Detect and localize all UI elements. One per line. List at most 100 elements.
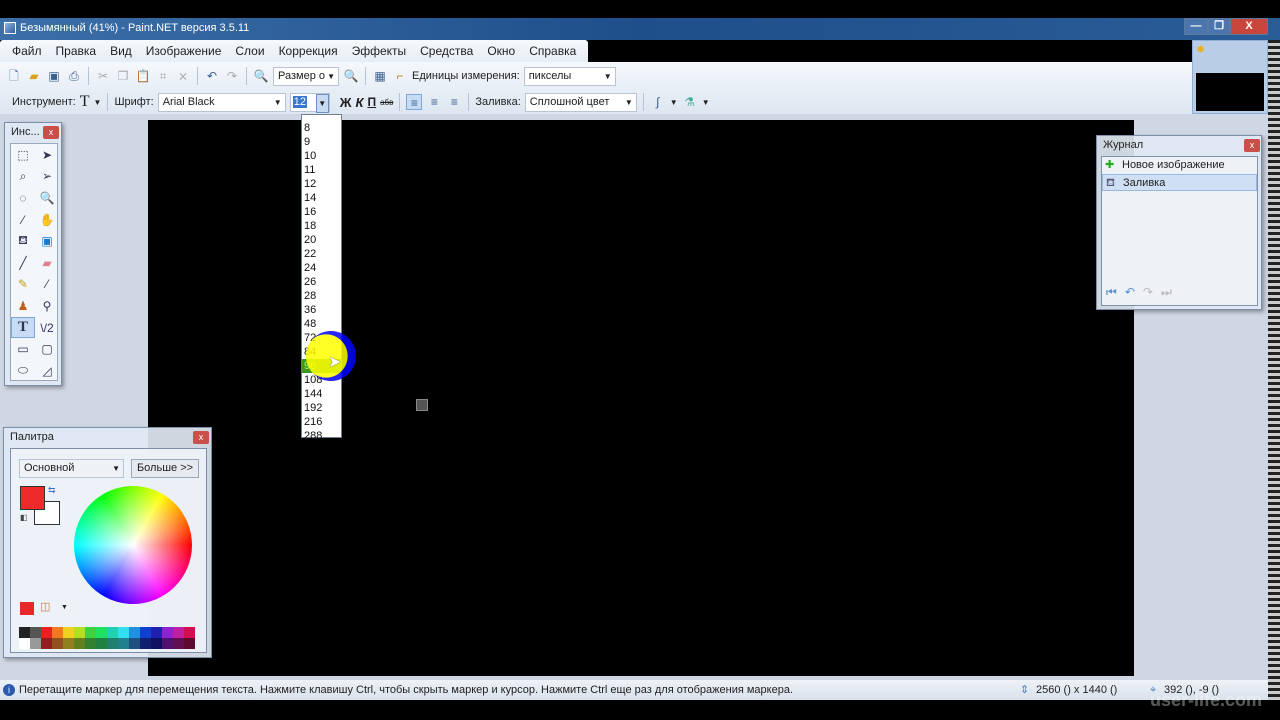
font-size-option[interactable]: 144 [302,387,341,401]
color-swatch[interactable] [151,638,162,649]
align-left-icon[interactable]: ≡ [406,94,423,110]
underline-button[interactable]: П [367,95,376,109]
color-swatch[interactable] [162,638,173,649]
rectangle-icon[interactable]: ▭ [11,338,35,360]
font-size-option[interactable]: 108 [302,373,341,387]
minimize-button[interactable]: — [1184,18,1208,35]
ellipse-icon[interactable]: ⬭ [11,360,35,382]
history-item[interactable]: ✚ Новое изображение [1102,157,1257,174]
color-swatch[interactable] [184,627,195,638]
color-swatch[interactable] [118,638,129,649]
redo-icon[interactable]: ↷ [224,68,240,84]
lasso-select-icon[interactable]: ⌕ [11,166,35,188]
font-size-option[interactable]: 14 [302,191,341,205]
font-size-option[interactable]: 26 [302,275,341,289]
add-color-icon[interactable] [20,602,34,615]
bold-button[interactable]: Ж [340,95,352,110]
cut-icon[interactable]: ✂ [95,68,111,84]
color-swatch[interactable] [129,627,140,638]
color-swatch[interactable] [140,638,151,649]
color-swatch[interactable] [173,627,184,638]
font-size-option[interactable]: 48 [302,317,341,331]
font-size-option[interactable]: 22 [302,247,341,261]
rounded-rectangle-icon[interactable]: ▢ [35,338,59,360]
gradient-icon[interactable]: ▣ [35,230,59,252]
fill-combo[interactable]: Сплошной цвет ▼ [524,92,637,112]
save-icon[interactable]: ▣ [46,68,62,84]
font-size-option[interactable]: 18 [302,219,341,233]
color-swatch[interactable] [162,627,173,638]
chevron-down-icon[interactable]: ▼ [702,98,710,107]
menu-item[interactable]: Средства [413,40,480,62]
freeform-shape-icon[interactable]: ◿ [35,360,59,382]
undo-icon[interactable]: ↶ [204,68,220,84]
menu-item[interactable]: Изображение [139,40,229,62]
more-button[interactable]: Больше >> [131,459,199,478]
units-combo[interactable]: пикселы ▼ [523,66,616,86]
reset-colors-icon[interactable]: ◧ [20,513,28,522]
menu-item[interactable]: Вид [103,40,139,62]
primary-color-swatch[interactable] [20,486,45,510]
swap-colors-icon[interactable]: ⇆ [48,485,56,496]
font-size-option[interactable]: 288 [302,429,341,443]
color-swatch[interactable] [30,638,41,649]
color-swatch[interactable] [96,627,107,638]
zoom-out-icon[interactable]: 🔍 [253,68,269,84]
clone-stamp-icon[interactable]: ♟ [11,295,35,317]
crop-icon[interactable]: ⌗ [155,68,171,84]
close-icon[interactable]: x [1244,139,1260,152]
paintbrush-icon[interactable]: ╱ [11,252,35,274]
pencil-icon[interactable]: ✎ [11,274,35,296]
color-swatch[interactable] [140,627,151,638]
chevron-down-icon[interactable]: ▼ [670,98,678,107]
strikethrough-button[interactable]: абв [380,98,393,107]
magic-wand-icon[interactable]: ⁄ [11,209,35,231]
font-size-option[interactable]: 216 [302,415,341,429]
font-size-option[interactable]: 28 [302,289,341,303]
print-icon[interactable]: ⎙ [66,68,82,84]
color-swatch[interactable] [74,627,85,638]
font-combo[interactable]: Arial Black ▼ [157,92,286,112]
color-swatch[interactable] [85,627,96,638]
zoom-in-icon[interactable]: 🔍 [343,68,359,84]
align-right-icon[interactable]: ≡ [446,94,462,110]
text-icon[interactable]: T [11,316,35,339]
text-move-handle[interactable] [416,399,428,411]
menu-item[interactable]: Справка [522,40,583,62]
image-thumbnail-tab[interactable]: ✸ [1192,40,1268,114]
ellipse-select-icon[interactable]: ◌ [11,187,35,209]
font-size-option[interactable]: 12 [302,177,341,191]
menu-item[interactable]: Файл [5,40,49,62]
font-size-combo[interactable]: 12 ▼ [289,92,330,113]
color-swatch[interactable] [85,638,96,649]
zoom-icon[interactable]: 🔍 [35,187,59,209]
align-center-icon[interactable]: ≡ [426,94,442,110]
grid-icon[interactable]: ▦ [372,68,388,84]
ruler-icon[interactable]: ⌐ [392,68,408,84]
menu-item[interactable]: Правка [49,40,104,62]
color-picker-icon[interactable]: ⁄ [35,274,59,296]
redo-icon[interactable]: ↷ [1143,285,1153,300]
side-scrollbar[interactable] [1268,40,1280,700]
color-wheel[interactable] [74,486,192,604]
pan-icon[interactable]: ✋ [35,209,59,231]
color-swatch[interactable] [129,638,140,649]
color-swatch[interactable] [107,638,118,649]
paint-bucket-icon[interactable]: ⛾ [11,230,35,252]
color-swatch[interactable] [19,627,30,638]
font-size-option[interactable]: 9 [302,135,341,149]
color-swatch[interactable] [63,627,74,638]
color-swatch[interactable] [107,627,118,638]
menu-item[interactable]: Эффекты [345,40,414,62]
copy-icon[interactable]: ❐ [115,68,131,84]
close-icon[interactable]: x [193,431,209,444]
menu-item[interactable]: Слои [228,40,271,62]
antialiasing-icon[interactable]: ∫ [650,94,666,110]
font-size-option[interactable]: 192 [302,401,341,415]
color-swatch[interactable] [173,638,184,649]
menu-item[interactable]: Коррекция [272,40,345,62]
font-size-option[interactable]: 11 [302,163,341,177]
palette-mode-combo[interactable]: Основной ▼ [19,459,124,478]
font-size-option[interactable]: 36 [302,303,341,317]
rewind-icon[interactable]: ⏮ [1106,285,1117,300]
